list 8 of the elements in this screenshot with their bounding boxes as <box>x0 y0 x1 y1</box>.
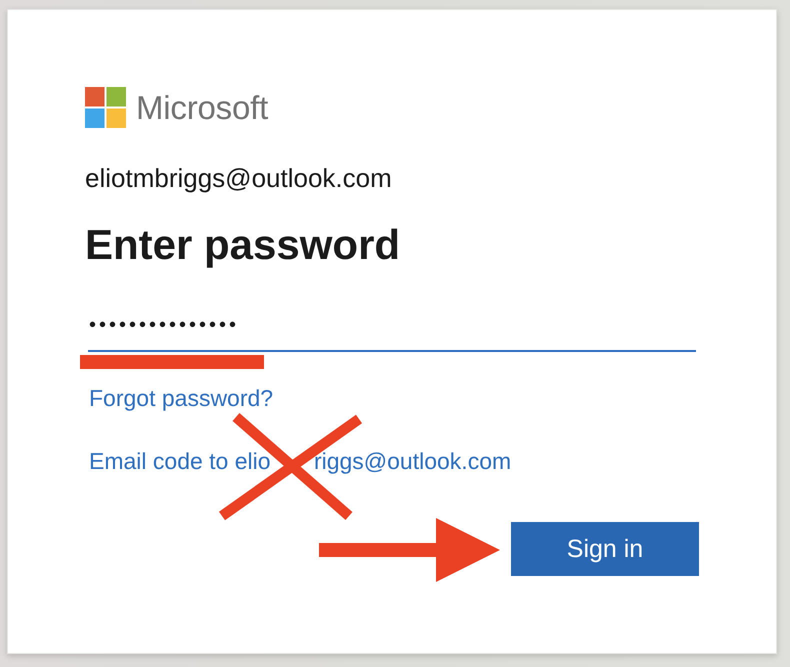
password-field[interactable]: ••••••••••••••• <box>88 301 696 352</box>
account-email: eliotmbriggs@outlook.com <box>85 163 393 193</box>
forgot-password-link[interactable]: Forgot password? <box>89 385 274 412</box>
logo-icon <box>85 87 126 128</box>
sign-in-button[interactable]: Sign in <box>511 522 699 576</box>
email-code-link[interactable]: Email code to elio riggs@outlook.com <box>89 448 512 476</box>
page-heading: Enter password <box>85 221 402 269</box>
logo-wordmark: Microsoft <box>136 88 268 128</box>
